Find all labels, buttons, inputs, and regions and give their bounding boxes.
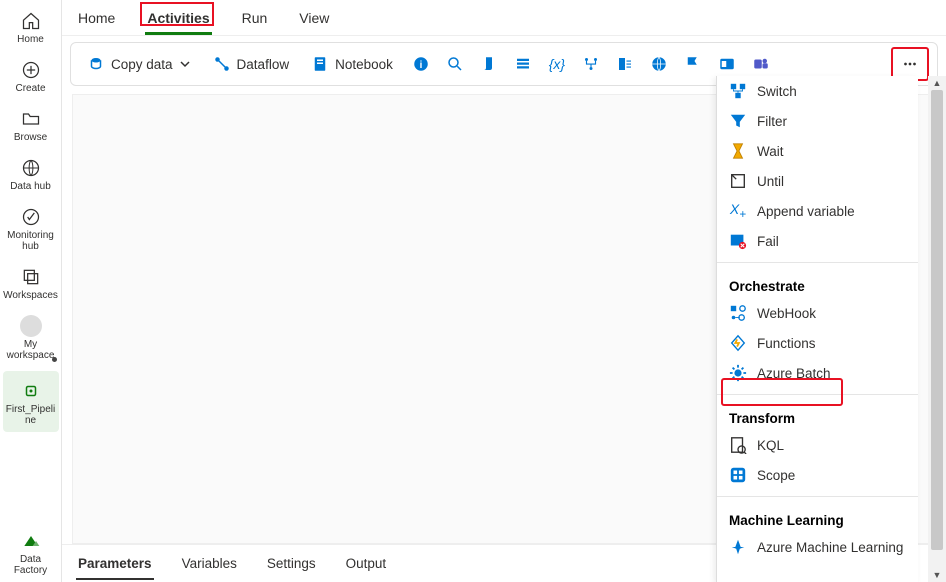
dd-kql[interactable]: KQL: [717, 430, 918, 460]
filter-icon: [729, 112, 747, 130]
nav-label: Data hub: [10, 181, 51, 192]
dd-functions[interactable]: Functions: [717, 328, 918, 358]
toolbar-script-icon[interactable]: [475, 50, 503, 78]
dataflow-label: Dataflow: [237, 57, 290, 72]
toolbar-info-icon[interactable]: i: [407, 50, 435, 78]
nav-label: My workspace: [7, 339, 55, 361]
dropdown-scrollbar[interactable]: ▲ ▼: [928, 76, 946, 582]
dd-scope[interactable]: Scope: [717, 460, 918, 490]
dd-webhook[interactable]: WebHook: [717, 298, 918, 328]
toolbar-variable-icon[interactable]: {x}: [543, 50, 571, 78]
toolbar-flag-icon[interactable]: [679, 50, 707, 78]
avatar-icon: [20, 315, 42, 337]
copy-data-button[interactable]: Copy data: [79, 51, 199, 77]
globe-icon: [20, 157, 42, 179]
notebook-label: Notebook: [335, 57, 393, 72]
nav-data-hub[interactable]: Data hub: [3, 153, 59, 198]
btab-parameters[interactable]: Parameters: [76, 550, 154, 577]
btab-variables[interactable]: Variables: [180, 550, 239, 577]
dd-head-ml: Machine Learning: [717, 503, 918, 532]
dd-filter[interactable]: Filter: [717, 106, 918, 136]
nav-home[interactable]: Home: [3, 6, 59, 51]
toolbar-web-icon[interactable]: [645, 50, 673, 78]
notebook-button[interactable]: Notebook: [303, 51, 401, 77]
dataflow-button[interactable]: Dataflow: [205, 51, 298, 77]
dd-switch[interactable]: Switch: [717, 76, 918, 106]
nav-label: Workspaces: [3, 290, 58, 301]
nav-first-pipeline[interactable]: First_Pipeli ne: [3, 371, 59, 432]
left-nav: Home Create Browse Data hub Monitoring h…: [0, 0, 62, 582]
functions-icon: [729, 334, 747, 352]
dd-head-orchestrate: Orchestrate: [717, 269, 918, 298]
toolbar-branch-icon[interactable]: [577, 50, 605, 78]
nav-label: Browse: [14, 132, 47, 143]
switch-icon: [729, 82, 747, 100]
kql-icon: [729, 436, 747, 454]
nav-monitoring-hub[interactable]: Monitoring hub: [3, 202, 59, 258]
tab-view[interactable]: View: [297, 4, 331, 32]
nav-label: First_Pipeli ne: [6, 404, 55, 426]
notebook-icon: [311, 55, 329, 73]
tab-run[interactable]: Run: [240, 4, 270, 32]
top-tabs: Home Activities Run View: [62, 0, 946, 36]
nav-label: Home: [17, 34, 44, 45]
azure-batch-icon: [729, 364, 747, 382]
dd-append-variable[interactable]: X+Append variable: [717, 196, 918, 226]
monitor-icon: [20, 206, 42, 228]
hourglass-icon: [729, 142, 747, 160]
btab-settings[interactable]: Settings: [265, 550, 318, 577]
toolbar-stored-proc-icon[interactable]: [611, 50, 639, 78]
tab-home[interactable]: Home: [76, 4, 117, 32]
folder-icon: [20, 108, 42, 130]
home-icon: [20, 10, 42, 32]
dd-aml[interactable]: Azure Machine Learning: [717, 532, 918, 562]
toolbar-outlook-icon[interactable]: [713, 50, 741, 78]
copy-data-icon: [87, 55, 105, 73]
toolbar-list-icon[interactable]: [509, 50, 537, 78]
nav-data-factory[interactable]: Data Factory: [3, 526, 59, 582]
pipeline-icon: [20, 380, 42, 402]
copy-data-label: Copy data: [111, 57, 173, 72]
factory-icon: [20, 530, 42, 552]
dd-until[interactable]: Until: [717, 166, 918, 196]
fail-icon: [729, 232, 747, 250]
dd-head-transform: Transform: [717, 401, 918, 430]
nav-create[interactable]: Create: [3, 55, 59, 100]
dataflow-icon: [213, 55, 231, 73]
activities-more-dropdown: Switch Filter Wait Until X+Append variab…: [716, 76, 918, 582]
append-var-icon: X+: [729, 202, 747, 220]
webhook-icon: [729, 304, 747, 322]
workspaces-icon: [20, 266, 42, 288]
nav-label: Data Factory: [3, 554, 59, 576]
toolbar-search-icon[interactable]: [441, 50, 469, 78]
dd-azure-batch[interactable]: Azure Batch: [717, 358, 918, 388]
nav-my-workspace[interactable]: My workspace: [3, 311, 59, 367]
nav-browse[interactable]: Browse: [3, 104, 59, 149]
aml-icon: [729, 538, 747, 556]
until-icon: [729, 172, 747, 190]
nav-label: Monitoring hub: [7, 230, 54, 252]
nav-workspaces[interactable]: Workspaces: [3, 262, 59, 307]
btab-output[interactable]: Output: [344, 550, 389, 577]
scope-icon: [729, 466, 747, 484]
nav-label: Create: [15, 83, 45, 94]
svg-text:i: i: [420, 60, 423, 71]
chevron-down-icon: [179, 58, 191, 70]
plus-circle-icon: [20, 59, 42, 81]
dd-wait[interactable]: Wait: [717, 136, 918, 166]
main-area: Home Activities Run View Copy data Dataf…: [62, 0, 946, 582]
tab-activities[interactable]: Activities: [145, 4, 211, 32]
toolbar-teams-icon[interactable]: [747, 50, 775, 78]
dd-fail[interactable]: Fail: [717, 226, 918, 256]
